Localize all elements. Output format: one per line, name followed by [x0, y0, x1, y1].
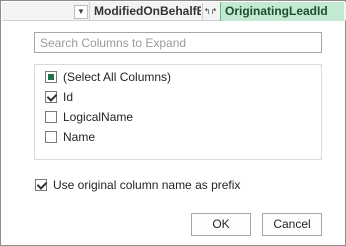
logicalname-checkbox[interactable] [45, 111, 57, 123]
prefix-label: Use original column name as prefix [53, 178, 241, 192]
list-item-name[interactable]: Name [45, 129, 95, 145]
expand-column-icon[interactable]: ↰↱ [202, 3, 218, 20]
select-all-label: (Select All Columns) [63, 70, 172, 84]
expand-columns-dialog: ▼ ModifiedOnBehalfBy ↰↱ OriginatingLeadI… [0, 0, 346, 246]
prefix-checkbox[interactable] [35, 179, 47, 191]
select-all-checkbox[interactable] [45, 71, 57, 83]
column-header-modifiedonbehalfby[interactable]: ModifiedOnBehalfBy [89, 2, 201, 21]
column-header-bar: ▼ ModifiedOnBehalfBy ↰↱ OriginatingLeadI… [2, 2, 346, 21]
list-item-id[interactable]: Id [45, 89, 73, 105]
dropdown-arrow-icon[interactable]: ▼ [74, 5, 88, 19]
prefix-option[interactable]: Use original column name as prefix [35, 177, 240, 193]
cancel-button[interactable]: Cancel [262, 213, 322, 236]
id-label: Id [63, 90, 74, 104]
column-list: (Select All Columns) Id LogicalName Name [34, 64, 322, 160]
column-header-originatingleadid[interactable]: OriginatingLeadId [220, 2, 344, 21]
name-checkbox[interactable] [45, 131, 57, 143]
list-item-select-all[interactable]: (Select All Columns) [45, 69, 171, 85]
list-item-logicalname[interactable]: LogicalName [45, 109, 133, 125]
id-checkbox[interactable] [45, 91, 57, 103]
name-label: Name [63, 130, 96, 144]
logicalname-label: LogicalName [63, 110, 134, 124]
ok-button[interactable]: OK [191, 213, 251, 236]
search-columns-input[interactable] [34, 32, 322, 53]
